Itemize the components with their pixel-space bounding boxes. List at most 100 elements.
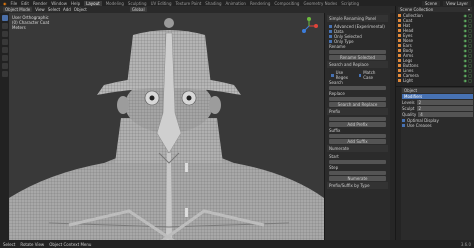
start-field[interactable] [329,160,386,164]
replace-label: Replace [329,91,345,96]
search-label: Search [329,80,343,85]
mesh-icon [398,44,401,47]
status-bar: Select Rotate View Object Context Menu 3… [0,240,474,248]
mesh-icon [398,49,401,52]
status-hint-context: Object Context Menu [49,241,92,247]
transform-tool-icon[interactable] [1,55,8,61]
search-replace-button[interactable]: Search and Replace [329,102,386,107]
workspace-tab-layout[interactable]: Layout [84,0,102,6]
outliner-panel: Scene Collection ▾ Collection ◉ ▢ Coat ◉ ▢… [395,6,474,86]
workspace-tab-sculpting[interactable]: Sculpting [128,1,147,6]
panel-header[interactable]: Simple Renaming Panel [327,15,388,22]
3d-viewport[interactable]: User Orthographic (0) Character Coat Met… [9,13,324,240]
menu-file[interactable]: File [11,1,18,6]
prefix-field[interactable] [329,117,386,121]
rename-selected-button[interactable]: Rename Selected [329,55,386,60]
properties-context[interactable]: Object [402,88,473,93]
version-label: 3.6.0 [460,241,471,247]
visibility-icon[interactable]: ◉ ▢ [463,78,472,83]
use-regex-toggle[interactable]: Use Regex [329,70,357,80]
prefix-header[interactable]: Prefix [327,108,388,115]
viewport-header: Object Mode View Select Add Object Globa… [0,6,400,13]
suffix-label: Suffix [329,128,341,133]
tool-shelf [0,13,9,243]
mode-selector[interactable]: Object Mode [3,7,33,12]
move-tool-icon[interactable] [1,31,8,37]
scale-tool-icon[interactable] [1,47,8,53]
rename-row: Rename [329,44,346,49]
quality-label: Quality [402,112,417,117]
workspace-tab-shading[interactable]: Shading [205,1,221,6]
mesh-icon [398,29,401,32]
units-label: Meters [12,25,26,30]
step-field[interactable] [329,171,386,175]
rotate-tool-icon[interactable] [1,39,8,45]
workspace-tab-modeling[interactable]: Modeling [106,1,124,6]
status-hint-rotate: Rotate View [20,241,45,247]
menu-edit[interactable]: Edit [21,1,29,6]
filter-icon[interactable]: ▾ [468,7,470,12]
scene-selector[interactable]: Scene [421,0,441,6]
modifier-header[interactable]: Modifiers [402,94,473,99]
cursor-tool-icon[interactable] [1,23,8,29]
add-prefix-button[interactable]: Add Prefix [329,122,386,127]
camera-icon [398,74,401,77]
mesh-icon [398,19,401,22]
select-box-tool-icon[interactable] [1,15,8,21]
menu-object[interactable]: Object [74,7,87,12]
suffix-field[interactable] [329,134,386,138]
outliner-item[interactable]: Light ◉ ▢ [398,78,472,83]
menu-add[interactable]: Add [63,7,71,12]
levels-label: Levels [402,100,415,105]
search-replace-header[interactable]: Search and Replace [327,61,388,68]
menu-view[interactable]: View [35,7,45,12]
workspace-tab-texture[interactable]: Texture Paint [175,1,201,6]
menu-render[interactable]: Render [33,1,47,6]
mesh-icon [398,64,401,67]
mesh-icon [398,54,401,57]
outliner-header: Scene Collection ▾ [398,7,472,12]
menu-window[interactable]: Window [51,1,67,6]
numerate-header[interactable]: Numerate [327,145,388,152]
rename-field[interactable] [329,50,386,54]
mesh-icon [398,59,401,62]
start-label: Start [329,154,339,159]
quality-field[interactable]: 4 [418,112,473,117]
menu-select[interactable]: Select [48,7,60,12]
workspace-tab-uv[interactable]: UV Editing [151,1,172,6]
menu-help[interactable]: Help [71,1,80,6]
use-creases-toggle[interactable]: Use Creases [402,123,473,128]
mesh-icon [398,34,401,37]
workspace-tab-scripting[interactable]: Scripting [341,1,359,6]
levels-field[interactable]: 2 [416,100,473,105]
workspace-tab-compositing[interactable]: Compositing [274,1,299,6]
match-case-toggle[interactable]: Match Case [357,70,386,80]
add-suffix-button[interactable]: Add Suffix [329,139,386,144]
workspace-tab-animation[interactable]: Animation [226,1,246,6]
sculpt-field[interactable]: 2 [416,106,473,111]
prefix-suffix-type-header[interactable]: Prefix/Suffix by Type [327,182,388,189]
mesh-icon [398,39,401,42]
sculpt-label: Sculpt [402,106,415,111]
view-layer-selector[interactable]: View Layer [443,0,471,6]
scene-collection-label: Scene Collection [400,7,434,12]
numerate-button[interactable]: Numerate [329,176,386,181]
navigation-gizmo-icon[interactable] [300,17,318,35]
mesh-icon [398,69,401,72]
measure-tool-icon[interactable] [1,71,8,77]
viewport-info: User Orthographic (0) Character Coat Met… [12,15,49,30]
search-field[interactable] [329,86,386,90]
properties-tabs[interactable] [396,87,401,240]
collection-icon [398,14,401,17]
blender-logo-icon[interactable]: ◉ [3,1,7,6]
character-mesh-render [9,18,324,240]
renaming-sidebar-panel: Simple Renaming Panel Advanced (Experime… [324,13,390,240]
workspace-tab-rendering[interactable]: Rendering [250,1,270,6]
step-label: Step [329,165,339,170]
transform-orientation[interactable]: Global [129,7,147,12]
workspace-tab-geonodes[interactable]: Geometry Nodes [303,1,337,6]
annotate-tool-icon[interactable] [1,63,8,69]
mesh-icon [398,24,401,27]
properties-editor: Object Modifiers Levels 2 Sculpt 2 Quality… [395,86,474,240]
replace-field[interactable] [329,97,386,101]
